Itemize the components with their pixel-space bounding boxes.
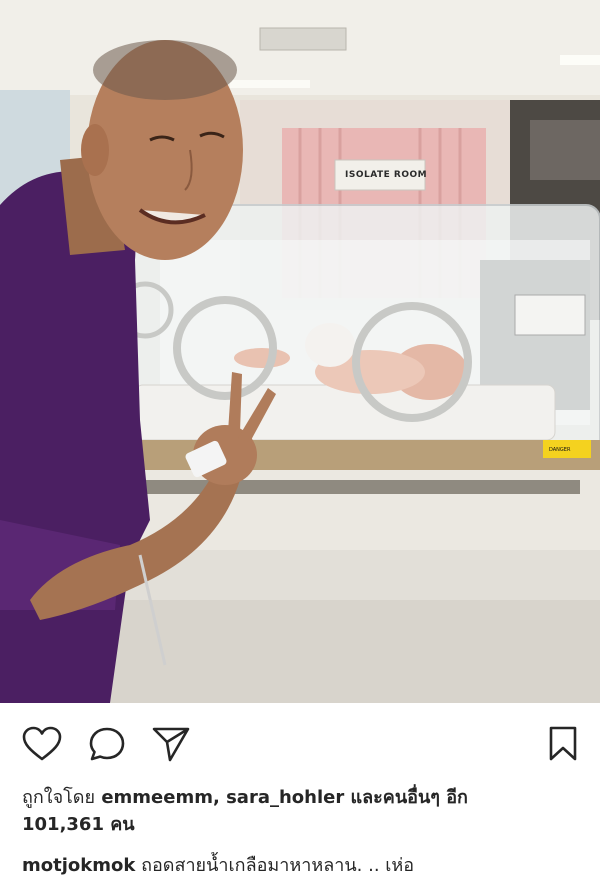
caption-username[interactable]: motjokmok (22, 855, 135, 876)
danger-sticker: DANGER (546, 446, 574, 454)
post-caption: motjokmok ถอดสายน้ำเกลือมาหาหลาน. .. เห่… (22, 852, 592, 879)
post-photo[interactable]: ISOLATE ROOM DANGER (0, 0, 600, 703)
caption-text: ถอดสายน้ำเกลือมาหาหลาน. .. เห่อ (141, 855, 415, 876)
isolate-room-sign: ISOLATE ROOM (345, 170, 428, 180)
comment-bubble-icon[interactable] (88, 726, 126, 762)
likes-unit: คน (110, 814, 135, 835)
bookmark-icon[interactable] (548, 726, 578, 762)
liked-by-users[interactable]: emmeemm, sara_hohler (101, 787, 344, 808)
heart-icon[interactable] (22, 726, 62, 762)
likes-connector: และคนอื่นๆ อีก (350, 787, 468, 808)
likes-summary[interactable]: ถูกใจโดย emmeemm, sara_hohler และคนอื่นๆ… (22, 784, 582, 838)
post-photo-illustration (0, 0, 600, 703)
paper-plane-icon[interactable] (152, 726, 190, 762)
likes-prefix: ถูกใจโดย (22, 787, 96, 808)
likes-count[interactable]: 101,361 (22, 814, 104, 835)
